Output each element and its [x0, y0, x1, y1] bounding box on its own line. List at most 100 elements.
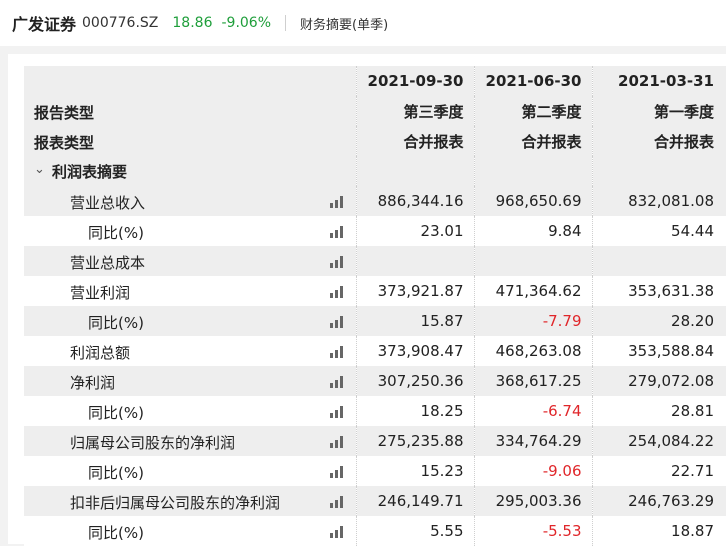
- value-cell: -7.79: [473, 306, 592, 336]
- column-date[interactable]: 2021-03-31: [591, 66, 726, 96]
- bar-chart-icon-bar: [339, 286, 343, 298]
- row-label: 同比(%): [88, 314, 144, 332]
- bar-chart-icon-bar: [329, 533, 333, 538]
- value-cell: 246,149.71: [355, 486, 474, 516]
- value-cell: 353,631.38: [591, 276, 726, 306]
- bar-chart-icon[interactable]: [329, 495, 346, 508]
- bar-chart-icon-bar: [339, 496, 343, 508]
- bar-chart-icon-bar: [339, 436, 343, 448]
- bar-chart-icon[interactable]: [329, 255, 346, 268]
- bar-chart-icon-bar: [339, 406, 343, 418]
- value-cell: [591, 246, 726, 276]
- table-row[interactable]: 扣非后归属母公司股东的净利润 246,149.71 295,003.36 246,76…: [24, 486, 726, 516]
- stock-header: 广发证券 000776.SZ 18.86 -9.06% 财务摘要(单季): [0, 0, 726, 46]
- bar-chart-icon-bar: [334, 440, 338, 448]
- statement-type-cell: 合并报表: [473, 126, 592, 156]
- row-label: 同比(%): [88, 524, 144, 542]
- value-cell: 15.23: [355, 456, 474, 486]
- table-row[interactable]: 利润总额 373,908.47 468,263.08 353,588.84: [24, 336, 726, 366]
- bar-chart-icon[interactable]: [329, 315, 346, 328]
- bar-chart-icon-bar: [334, 410, 338, 418]
- report-type-cell: 第二季度: [473, 96, 592, 126]
- stock-price: 18.86: [172, 15, 213, 31]
- table-row[interactable]: 同比(%) 18.25 -6.74 28.81: [24, 396, 726, 426]
- bar-chart-icon[interactable]: [329, 195, 346, 208]
- bar-chart-icon-bar: [339, 226, 343, 238]
- section-row-income-statement[interactable]: ⌄ 利润表摘要: [24, 156, 726, 186]
- bar-chart-icon-bar: [329, 383, 333, 388]
- header-divider: [285, 15, 287, 31]
- financial-summary-panel: 2021-09-30 2021-06-30 2021-03-31 报告类型 第三…: [8, 54, 726, 546]
- bar-chart-icon-bar: [329, 233, 333, 238]
- bar-chart-icon[interactable]: [329, 435, 346, 448]
- bar-chart-icon[interactable]: [329, 525, 346, 538]
- table-row[interactable]: 营业总收入 886,344.16 968,650.69 832,081.08: [24, 186, 726, 216]
- bar-chart-icon-bar: [334, 230, 338, 238]
- table-row[interactable]: 营业总成本: [24, 246, 726, 276]
- statement-type-cell: 合并报表: [355, 126, 474, 156]
- value-cell: -9.06: [473, 456, 592, 486]
- row-label: 利润总额: [70, 344, 131, 362]
- row-label: 营业总成本: [70, 254, 146, 272]
- bar-chart-icon-bar: [329, 353, 333, 358]
- bar-chart-icon-bar: [329, 413, 333, 418]
- value-cell: -6.74: [473, 396, 592, 426]
- value-cell: 28.20: [591, 306, 726, 336]
- section-title: 财务摘要(单季): [300, 17, 389, 33]
- row-label: 营业利润: [70, 284, 131, 302]
- value-cell: 968,650.69: [473, 186, 592, 216]
- bar-chart-icon[interactable]: [329, 405, 346, 418]
- bar-chart-icon-bar: [339, 256, 343, 268]
- bar-chart-icon-bar: [334, 200, 338, 208]
- header-row-statement-type: 报表类型 合并报表 合并报表 合并报表: [24, 126, 726, 156]
- bar-chart-icon-bar: [329, 263, 333, 268]
- row-label: 同比(%): [88, 464, 144, 482]
- bar-chart-icon-bar: [334, 260, 338, 268]
- bar-chart-icon[interactable]: [329, 465, 346, 478]
- table-row[interactable]: 同比(%) 5.55 -5.53 18.87: [24, 516, 726, 546]
- column-date[interactable]: 2021-06-30: [473, 66, 592, 96]
- value-cell: -5.53: [473, 516, 592, 546]
- value-cell: 22.71: [591, 456, 726, 486]
- value-cell: 468,263.08: [473, 336, 592, 366]
- value-cell: [355, 246, 474, 276]
- table-row[interactable]: 净利润 307,250.36 368,617.25 279,072.08: [24, 366, 726, 396]
- stock-code: 000776.SZ: [82, 15, 159, 31]
- bar-chart-icon-bar: [334, 500, 338, 508]
- stock-change-pct: -9.06%: [221, 15, 272, 31]
- bar-chart-icon[interactable]: [329, 285, 346, 298]
- row-header-report-type: 报告类型: [34, 104, 95, 122]
- value-cell: 246,763.29: [591, 486, 726, 516]
- value-cell: 5.55: [355, 516, 474, 546]
- value-cell: 15.87: [355, 306, 474, 336]
- table-row[interactable]: 归属母公司股东的净利润 275,235.88 334,764.29 254,084.2…: [24, 426, 726, 456]
- table-row[interactable]: 营业利润 373,921.87 471,364.62 353,631.38: [24, 276, 726, 306]
- bar-chart-icon[interactable]: [329, 225, 346, 238]
- value-cell: 368,617.25: [473, 366, 592, 396]
- bar-chart-icon[interactable]: [329, 345, 346, 358]
- value-cell: 886,344.16: [355, 186, 474, 216]
- section-label: 利润表摘要: [52, 163, 128, 181]
- value-cell: 275,235.88: [355, 426, 474, 456]
- row-label: 归属母公司股东的净利润: [70, 434, 236, 452]
- row-label: 营业总收入: [70, 194, 146, 212]
- report-type-cell: 第一季度: [591, 96, 726, 126]
- table-row[interactable]: 同比(%) 15.23 -9.06 22.71: [24, 456, 726, 486]
- value-cell: 832,081.08: [591, 186, 726, 216]
- bar-chart-icon-bar: [334, 290, 338, 298]
- row-label: 同比(%): [88, 224, 144, 242]
- bar-chart-icon-bar: [334, 350, 338, 358]
- table-row[interactable]: 同比(%) 15.87 -7.79 28.20: [24, 306, 726, 336]
- bar-chart-icon[interactable]: [329, 375, 346, 388]
- row-header-statement-type: 报表类型: [34, 134, 95, 152]
- chevron-down-icon[interactable]: ⌄: [34, 162, 45, 177]
- bar-chart-icon-bar: [329, 293, 333, 298]
- value-cell: 471,364.62: [473, 276, 592, 306]
- value-cell: 23.01: [355, 216, 474, 246]
- bar-chart-icon-bar: [329, 323, 333, 328]
- bar-chart-icon-bar: [329, 203, 333, 208]
- header-row-date: 2021-09-30 2021-06-30 2021-03-31: [24, 66, 726, 96]
- row-label: 净利润: [70, 374, 116, 392]
- table-row[interactable]: 同比(%) 23.01 9.84 54.44: [24, 216, 726, 246]
- column-date[interactable]: 2021-09-30: [355, 66, 474, 96]
